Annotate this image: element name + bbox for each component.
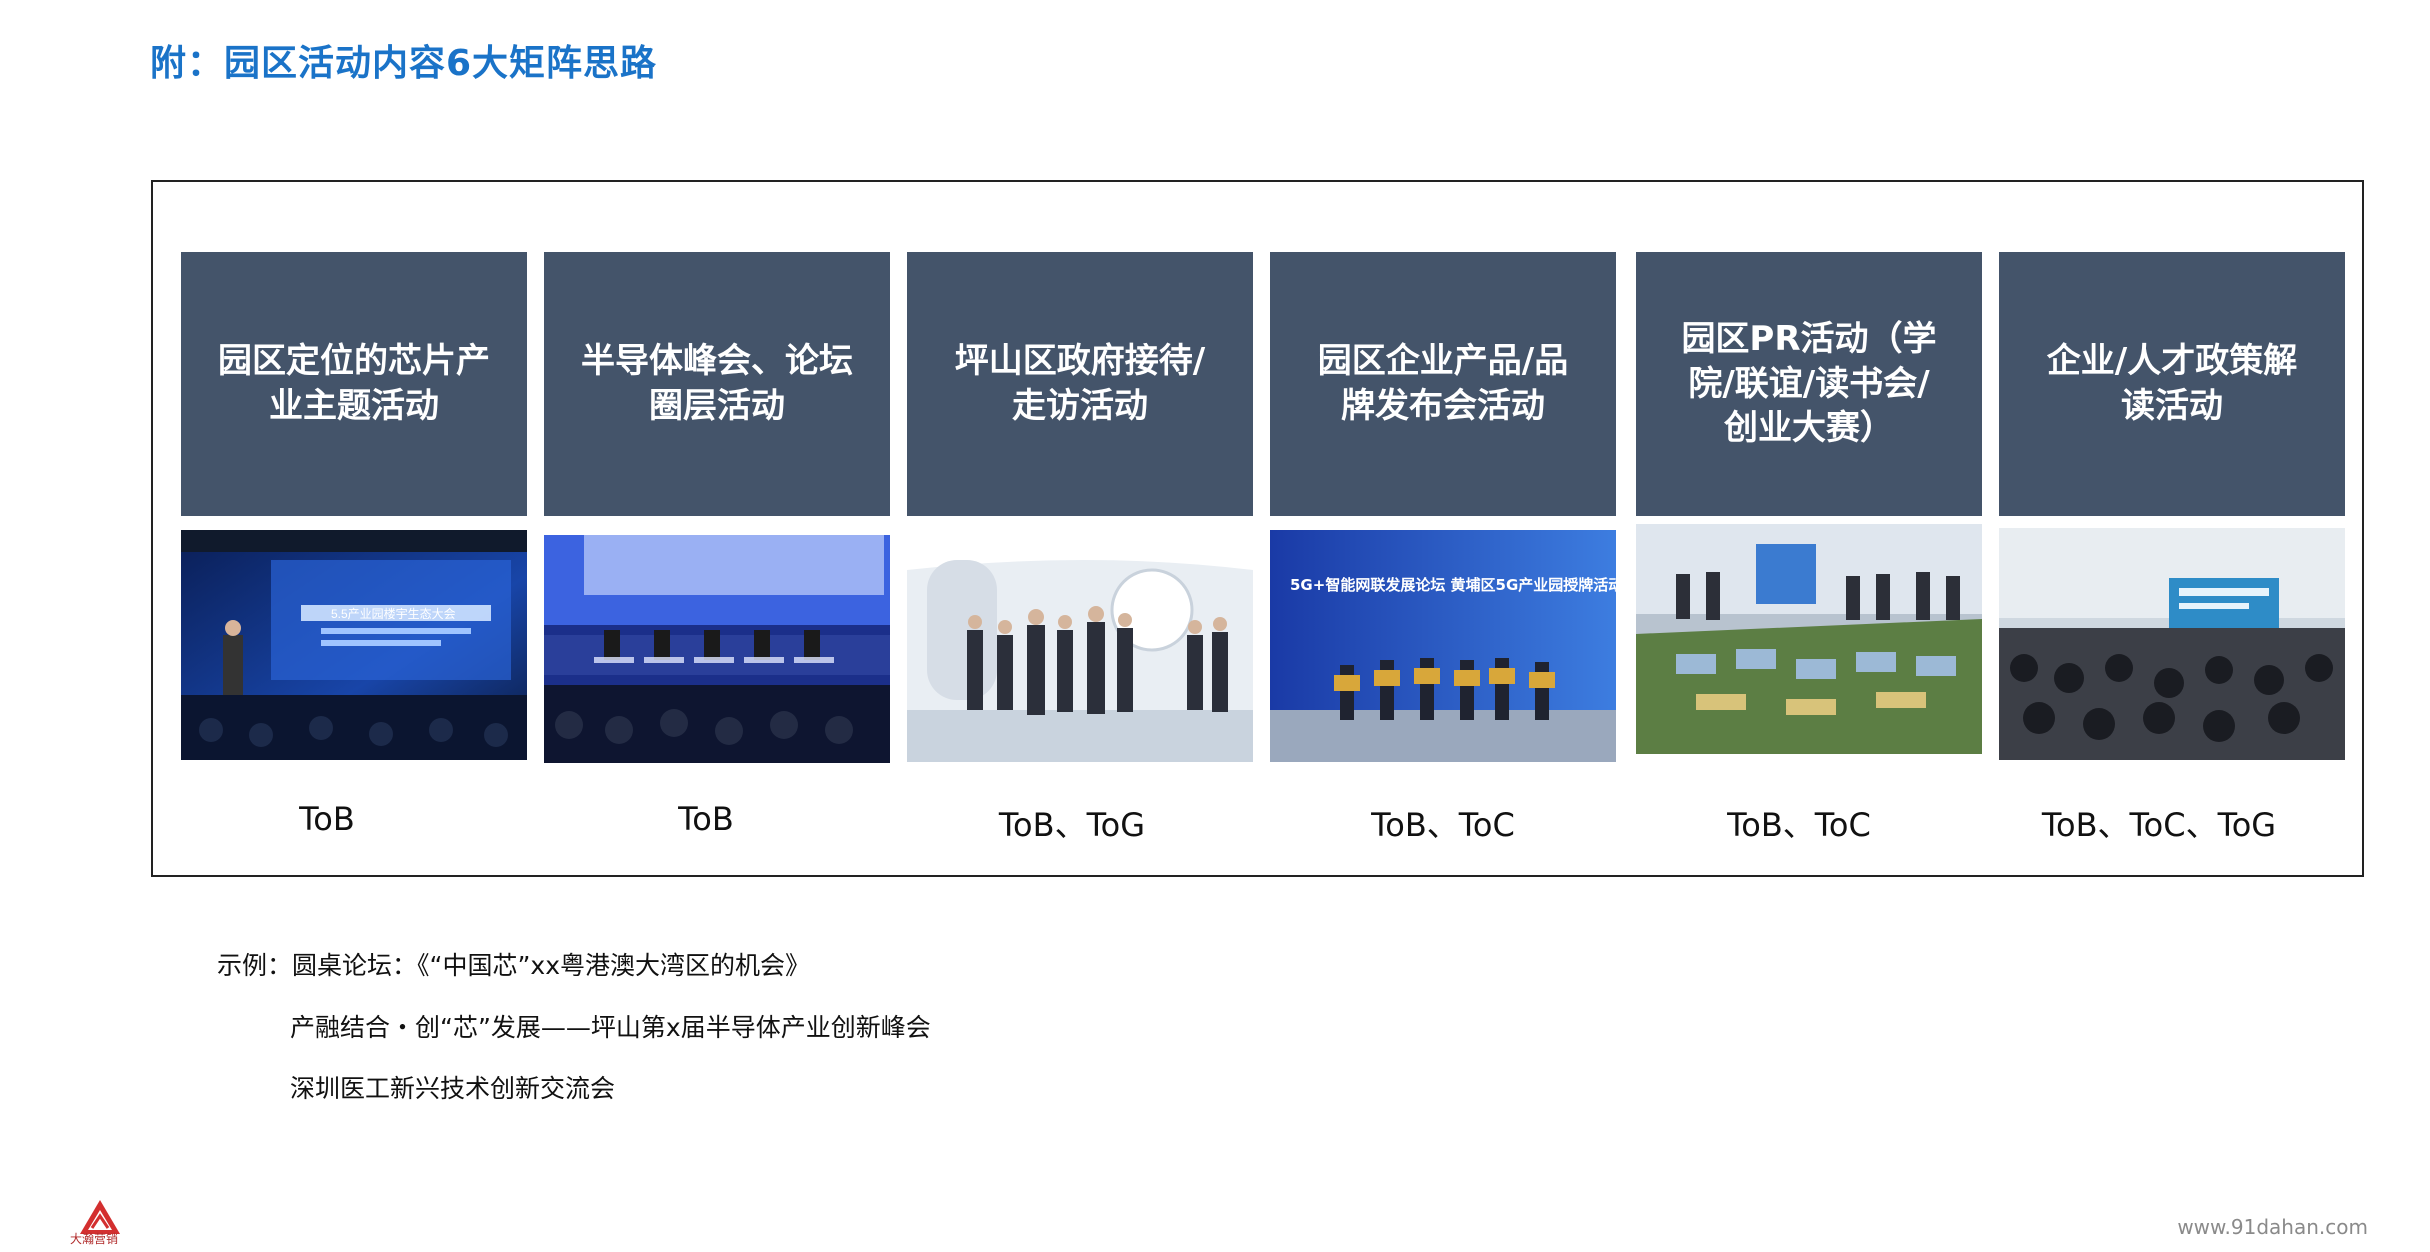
audience-label-1: ToB (299, 800, 355, 838)
category-header-5: 园区PR活动（学 院/联谊/读书会/ 创业大赛） (1636, 252, 1982, 516)
example-line-1: 示例：圆桌论坛：《“中国芯”xx粤港澳大湾区的机会》 (217, 951, 810, 980)
event-photo-5 (1636, 524, 1982, 754)
event-photo-1: 5.5产业园楼宇生态大会 (181, 530, 527, 760)
event-photo-6 (1999, 528, 2345, 760)
category-header-4: 园区企业产品/品 牌发布会活动 (1270, 252, 1616, 516)
audience-label-3: ToB、ToG (998, 806, 1146, 844)
example-line-2: 产融结合・创“芯”发展——坪山第x届半导体产业创新峰会 (290, 1013, 931, 1042)
photo-4-caption: 5G+智能网联发展论坛 黄埔区5G产业园授牌活动 (1290, 576, 1616, 594)
category-header-1: 园区定位的芯片产 业主题活动 (181, 252, 527, 516)
audience-label-6: ToB、ToC、ToG (2041, 806, 2277, 844)
audience-label-5: ToB、ToC (1727, 806, 1871, 844)
page-title: 附：园区活动内容6大矩阵思路 (150, 43, 658, 84)
category-header-2: 半导体峰会、论坛 圈层活动 (544, 252, 890, 516)
logo-text: 大瀚营销 (70, 1232, 119, 1246)
example-line-3: 深圳医工新兴技术创新交流会 (290, 1074, 616, 1103)
event-photo-3 (907, 530, 1253, 762)
event-photo-4: 5G+智能网联发展论坛 黄埔区5G产业园授牌活动 (1270, 530, 1616, 762)
category-header-6: 企业/人才政策解 读活动 (1999, 252, 2345, 516)
photo-1-caption: 5.5产业园楼宇生态大会 (331, 606, 456, 621)
audience-label-2: ToB (678, 800, 734, 838)
audience-label-4: ToB、ToC (1371, 806, 1515, 844)
category-header-3: 坪山区政府接待/ 走访活动 (907, 252, 1253, 516)
website-url: www.91dahan.com (2177, 1215, 2368, 1239)
event-photo-2 (544, 535, 890, 763)
